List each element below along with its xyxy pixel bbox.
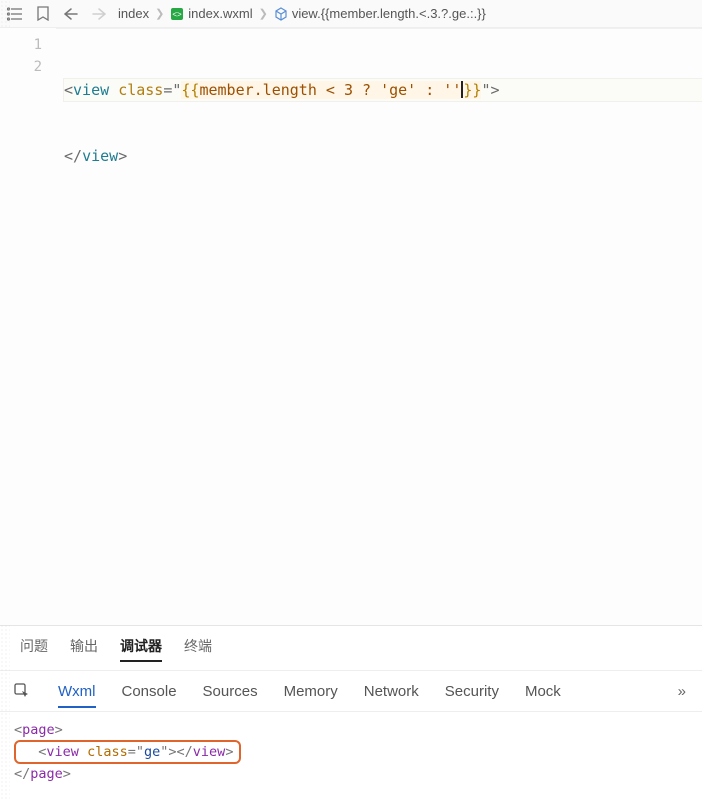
devtab-security[interactable]: Security <box>445 683 499 700</box>
devtools-tabs: Wxml Console Sources Memory Network Secu… <box>0 671 702 712</box>
panel-tabs: 问题 输出 调试器 终端 <box>0 626 702 671</box>
panel-tab-output[interactable]: 输出 <box>70 636 98 662</box>
tag-view: view <box>82 147 118 165</box>
crumb-label: view.{{member.length.<.3.?.ge.:.}} <box>292 6 486 21</box>
angle-open: < <box>64 81 73 99</box>
line-number: 2 <box>0 56 42 78</box>
code-area[interactable]: <view class="{{member.length < 3 ? 'ge' … <box>56 28 702 625</box>
attr-class: class <box>118 81 163 99</box>
devtab-mock[interactable]: Mock <box>525 683 561 700</box>
code-line[interactable]: <view class="{{member.length < 3 ? 'ge' … <box>64 79 702 101</box>
devtab-sources[interactable]: Sources <box>203 683 258 700</box>
elements-tree[interactable]: <page> <view class="ge"></view> </page> <box>0 712 702 800</box>
crumb-file[interactable]: <> index.wxml <box>170 6 252 21</box>
devtab-wxml[interactable]: Wxml <box>58 683 96 708</box>
code-editor[interactable]: 1 2 <view class="{{member.length < 3 ? '… <box>0 28 702 625</box>
panel-tab-debugger[interactable]: 调试器 <box>120 636 162 662</box>
nav-back-icon[interactable] <box>62 5 80 23</box>
cube-icon <box>274 7 288 21</box>
bookmark-icon[interactable] <box>34 5 52 23</box>
crumb-symbol[interactable]: view.{{member.length.<.3.?.ge.:.}} <box>274 6 486 21</box>
crumb-folder[interactable]: index <box>118 6 149 21</box>
element-page-close[interactable]: </page> <box>14 764 688 784</box>
editor-topbar: index ❯ <> index.wxml ❯ view.{{member.le… <box>0 0 702 28</box>
chevron-right-icon: ❯ <box>259 7 268 20</box>
line-gutter: 1 2 <box>0 28 56 625</box>
element-page-open[interactable]: <page> <box>14 720 688 740</box>
code-line[interactable]: </view> <box>64 145 702 167</box>
breadcrumb: index ❯ <> index.wxml ❯ view.{{member.le… <box>118 6 696 21</box>
expression: member.length < 3 ? 'ge' : '' <box>199 81 461 99</box>
devtab-memory[interactable]: Memory <box>284 683 338 700</box>
panel-tab-terminal[interactable]: 终端 <box>184 636 212 662</box>
inspect-icon[interactable] <box>12 681 32 701</box>
element-view-highlight[interactable]: <view class="ge"></view> <box>14 740 241 764</box>
crumb-label: index <box>118 6 149 21</box>
angle-close: > <box>490 81 499 99</box>
panel-tab-problems[interactable]: 问题 <box>20 636 48 662</box>
chevron-right-icon: ❯ <box>155 7 164 20</box>
devtab-overflow-icon[interactable]: » <box>678 683 686 700</box>
devtab-console[interactable]: Console <box>122 683 177 700</box>
devtab-network[interactable]: Network <box>364 683 419 700</box>
tag-view: view <box>73 81 109 99</box>
mustache-close: }} <box>463 81 481 99</box>
wxml-file-icon: <> <box>170 7 184 21</box>
crumb-label: index.wxml <box>188 6 252 21</box>
line-number: 1 <box>0 34 42 56</box>
mustache-open: {{ <box>181 81 199 99</box>
bottom-panel: 问题 输出 调试器 终端 Wxml Console Sources Memory… <box>0 625 702 800</box>
svg-text:<>: <> <box>173 10 183 19</box>
nav-forward-icon[interactable] <box>90 5 108 23</box>
